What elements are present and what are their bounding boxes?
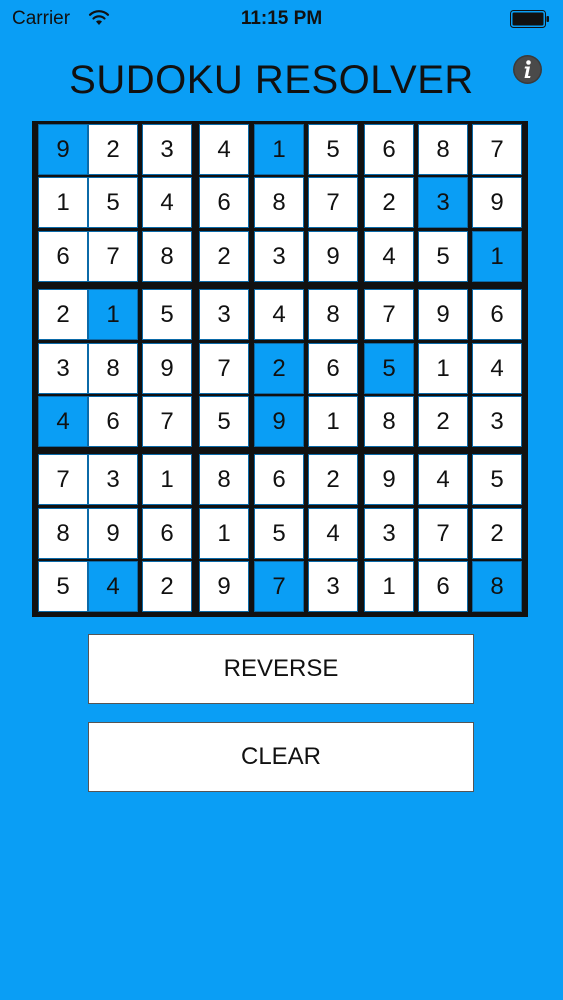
sudoku-cell-r6c9[interactable]: 3 [472, 396, 522, 447]
sudoku-cell-r9c4[interactable]: 9 [199, 561, 249, 612]
sudoku-cell-r5c8[interactable]: 1 [418, 343, 468, 394]
sudoku-cell-r3c6[interactable]: 9 [308, 231, 358, 282]
sudoku-cell-r2c7[interactable]: 2 [364, 177, 414, 228]
sudoku-cell-r9c6[interactable]: 3 [308, 561, 358, 612]
sudoku-cell-r7c9[interactable]: 5 [472, 454, 522, 505]
sudoku-cell-r3c7[interactable]: 4 [364, 231, 414, 282]
sudoku-cell-r2c4[interactable]: 6 [199, 177, 249, 228]
sudoku-cell-r4c6[interactable]: 8 [308, 289, 358, 340]
sudoku-cell-r1c1[interactable]: 9 [38, 124, 88, 175]
sudoku-grid: 9234156871546872396782394512153487963897… [32, 121, 528, 617]
sudoku-cell-r2c8[interactable]: 3 [418, 177, 468, 228]
sudoku-cell-r7c3[interactable]: 1 [142, 454, 192, 505]
sudoku-cell-r4c2[interactable]: 1 [88, 289, 138, 340]
sudoku-cell-r8c4[interactable]: 1 [199, 508, 249, 559]
sudoku-cell-r7c6[interactable]: 2 [308, 454, 358, 505]
battery-icon [510, 10, 549, 28]
sudoku-cell-r6c5[interactable]: 9 [254, 396, 304, 447]
sudoku-cell-r6c1[interactable]: 4 [38, 396, 88, 447]
sudoku-cell-r2c9[interactable]: 9 [472, 177, 522, 228]
sudoku-cell-r6c7[interactable]: 8 [364, 396, 414, 447]
sudoku-cell-r5c2[interactable]: 8 [88, 343, 138, 394]
sudoku-cell-r8c2[interactable]: 9 [88, 508, 138, 559]
sudoku-cell-r8c7[interactable]: 3 [364, 508, 414, 559]
sudoku-cell-r9c1[interactable]: 5 [38, 561, 88, 612]
sudoku-cell-r3c9[interactable]: 1 [472, 231, 522, 282]
sudoku-cell-r5c7[interactable]: 5 [364, 343, 414, 394]
sudoku-cell-r4c8[interactable]: 9 [418, 289, 468, 340]
reverse-button[interactable]: REVERSE [88, 634, 474, 704]
sudoku-cell-r2c5[interactable]: 8 [254, 177, 304, 228]
sudoku-cell-r8c9[interactable]: 2 [472, 508, 522, 559]
sudoku-cell-r2c2[interactable]: 5 [88, 177, 138, 228]
sudoku-cell-r1c4[interactable]: 4 [199, 124, 249, 175]
page-title: SUDOKU RESOLVER [69, 58, 474, 102]
sudoku-cell-r6c2[interactable]: 6 [88, 396, 138, 447]
sudoku-cell-r4c3[interactable]: 5 [142, 289, 192, 340]
sudoku-cell-r1c3[interactable]: 3 [142, 124, 192, 175]
sudoku-cell-r5c3[interactable]: 9 [142, 343, 192, 394]
sudoku-cell-r7c4[interactable]: 8 [199, 454, 249, 505]
sudoku-cell-r3c8[interactable]: 5 [418, 231, 468, 282]
sudoku-cell-r8c3[interactable]: 6 [142, 508, 192, 559]
sudoku-cell-r1c8[interactable]: 8 [418, 124, 468, 175]
sudoku-cell-r3c5[interactable]: 3 [254, 231, 304, 282]
sudoku-cell-r1c5[interactable]: 1 [254, 124, 304, 175]
sudoku-cell-r5c5[interactable]: 2 [254, 343, 304, 394]
clear-button[interactable]: CLEAR [88, 722, 474, 792]
sudoku-cell-r6c8[interactable]: 2 [418, 396, 468, 447]
sudoku-cell-r4c9[interactable]: 6 [472, 289, 522, 340]
sudoku-cell-r4c1[interactable]: 2 [38, 289, 88, 340]
sudoku-cell-r7c7[interactable]: 9 [364, 454, 414, 505]
sudoku-cell-r9c5[interactable]: 7 [254, 561, 304, 612]
sudoku-cell-r7c8[interactable]: 4 [418, 454, 468, 505]
sudoku-cell-r1c6[interactable]: 5 [308, 124, 358, 175]
sudoku-cell-r2c1[interactable]: 1 [38, 177, 88, 228]
sudoku-cell-r9c8[interactable]: 6 [418, 561, 468, 612]
sudoku-cell-r8c1[interactable]: 8 [38, 508, 88, 559]
sudoku-cell-r2c3[interactable]: 4 [142, 177, 192, 228]
status-bar: Carrier 11:15 PM [0, 0, 563, 40]
sudoku-cell-r2c6[interactable]: 7 [308, 177, 358, 228]
sudoku-cell-r5c9[interactable]: 4 [472, 343, 522, 394]
sudoku-cell-r4c7[interactable]: 7 [364, 289, 414, 340]
sudoku-cell-r3c1[interactable]: 6 [38, 231, 88, 282]
sudoku-cell-r7c1[interactable]: 7 [38, 454, 88, 505]
sudoku-cell-r6c3[interactable]: 7 [142, 396, 192, 447]
sudoku-cell-r9c9[interactable]: 8 [472, 561, 522, 612]
sudoku-cell-r4c4[interactable]: 3 [199, 289, 249, 340]
sudoku-cell-r1c7[interactable]: 6 [364, 124, 414, 175]
sudoku-cell-r6c6[interactable]: 1 [308, 396, 358, 447]
sudoku-cell-r5c4[interactable]: 7 [199, 343, 249, 394]
sudoku-cell-r3c2[interactable]: 7 [88, 231, 138, 282]
sudoku-cell-r1c2[interactable]: 2 [88, 124, 138, 175]
status-time: 11:15 PM [240, 8, 323, 29]
sudoku-cell-r7c5[interactable]: 6 [254, 454, 304, 505]
sudoku-cell-r9c7[interactable]: 1 [364, 561, 414, 612]
sudoku-cell-r3c4[interactable]: 2 [199, 231, 249, 282]
sudoku-cell-r8c5[interactable]: 5 [254, 508, 304, 559]
sudoku-cell-r3c3[interactable]: 8 [142, 231, 192, 282]
sudoku-cell-r4c5[interactable]: 4 [254, 289, 304, 340]
sudoku-cell-r9c3[interactable]: 2 [142, 561, 192, 612]
sudoku-cell-r8c6[interactable]: 4 [308, 508, 358, 559]
sudoku-cell-r1c9[interactable]: 7 [472, 124, 522, 175]
sudoku-cell-r6c4[interactable]: 5 [199, 396, 249, 447]
sudoku-cell-r8c8[interactable]: 7 [418, 508, 468, 559]
info-icon[interactable] [512, 54, 543, 85]
sudoku-cell-r9c2[interactable]: 4 [88, 561, 138, 612]
sudoku-cell-r5c6[interactable]: 6 [308, 343, 358, 394]
sudoku-cell-r7c2[interactable]: 3 [88, 454, 138, 505]
sudoku-cell-r5c1[interactable]: 3 [38, 343, 88, 394]
